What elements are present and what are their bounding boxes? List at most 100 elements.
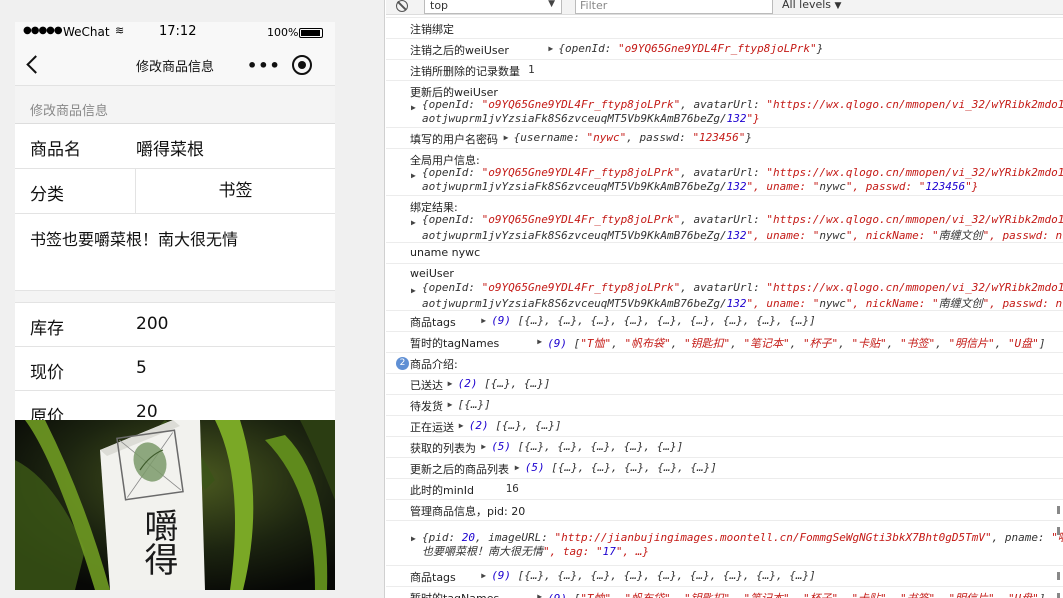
expand-triangle-icon[interactable]: ▶	[411, 534, 416, 543]
battery-percent: 100%	[267, 26, 299, 39]
log-object-preview[interactable]: (2) [{…}, {…}]	[458, 377, 551, 390]
log-object-preview[interactable]: (9) ["T恤", "帆布袋", "钥匙扣", "笔记本", "杯子", "卡…	[547, 590, 1045, 598]
form-divider	[15, 291, 335, 303]
expand-triangle-icon[interactable]: ▶	[537, 337, 542, 346]
expand-triangle-icon[interactable]: ▶	[411, 103, 416, 112]
log-object-preview[interactable]: (2) [{…}, {…}]	[469, 419, 562, 432]
price-label: 现价	[30, 363, 64, 383]
expand-triangle-icon[interactable]: ▶	[504, 133, 509, 142]
console-line: ▶ {pid: 20, imageURL: "http://jianbujingi…	[386, 520, 1063, 565]
product-image[interactable]: 嚼得	[15, 420, 335, 590]
expand-triangle-icon[interactable]: ▶	[459, 421, 464, 430]
log-message: 商品介绍:	[410, 358, 458, 371]
bookmark-calligraphy: 嚼得	[138, 508, 178, 576]
source-link-marker[interactable]	[1057, 572, 1060, 580]
log-object-preview[interactable]: (5) [{…}, {…}, {…}, {…}, {…}]	[525, 461, 717, 474]
log-object-preview[interactable]: [{…}]	[458, 398, 491, 411]
console-line: 商品tags ▶ (9) [{…}, {…}, {…}, {…}, {…}, {…}…	[386, 565, 1063, 586]
log-message: 注销之后的weiUser	[410, 44, 509, 57]
log-object-preview[interactable]: (9) [{…}, {…}, {…}, {…}, {…}, {…}, {…}, …	[491, 569, 816, 582]
log-object-preview-cont: aotjwuprm1jvYzsiaFk8S6zvceuqMT5Vb9KkAmB7…	[422, 297, 1063, 310]
log-object-preview-cont: aotjwuprm1jvYzsiaFk8S6zvceuqMT5Vb9KkAmB7…	[422, 229, 1063, 242]
log-object-preview-cont: aotjwuprm1jvYzsiaFk8S6zvceuqMT5Vb9KkAmB7…	[422, 112, 760, 125]
signal-icon: ●●●●●	[23, 25, 63, 36]
log-object-preview-cont: 也要嚼菜根！南大很无情", tag: "17", …}	[422, 545, 649, 558]
console-line: 绑定结果: ▶ {openId: "o9YQ65Gne9YDL4Fr_ftyp8jo…	[386, 195, 1063, 242]
expand-triangle-icon[interactable]: ▶	[481, 442, 486, 451]
close-capsule-icon[interactable]	[292, 55, 312, 75]
log-message: 暂时的tagNames	[410, 337, 500, 350]
log-object-preview[interactable]: (9) ["T恤", "帆布袋", "钥匙扣", "笔记本", "杯子", "卡…	[547, 335, 1045, 351]
clear-console-icon[interactable]	[396, 0, 408, 12]
console-line: 注销之后的weiUser ▶ {openId: "o9YQ65Gne9YDL4Fr_…	[386, 38, 1063, 59]
log-number: 1	[528, 63, 535, 76]
devtools-console: top ▼ Filter All levels ▼ 注销绑定 注销之后的weiUse…	[386, 0, 1063, 598]
edit-form: 商品名 嚼得菜根 分类 书签 书签也要嚼菜根！南大很无情 库存 200 现价 5…	[15, 123, 335, 435]
log-number: 16	[505, 482, 519, 495]
expand-triangle-icon[interactable]: ▶	[548, 44, 553, 53]
console-line: 正在运送 ▶ (2) [{…}, {…}]	[386, 415, 1063, 436]
log-message: 待发货	[410, 400, 443, 413]
console-line: 暂时的tagNames ▶ (9) ["T恤", "帆布袋", "钥匙扣", "笔记…	[386, 586, 1063, 598]
log-message: 填写的用户名密码	[410, 133, 498, 146]
context-select[interactable]: top ▼	[424, 0, 562, 14]
log-message: 正在运送	[410, 421, 454, 434]
expand-triangle-icon[interactable]: ▶	[411, 218, 416, 227]
original-price-input[interactable]: 20	[136, 402, 158, 422]
log-message: 商品tags	[410, 571, 456, 584]
log-object-preview[interactable]: {openId: "o9YQ65Gne9YDL4Fr_ftyp8joLPrk",…	[422, 281, 1063, 294]
log-object-preview[interactable]: {openId: "o9YQ65Gne9YDL4Fr_ftyp8joLPrk"}	[558, 42, 823, 55]
console-line: 更新之后的商品列表 ▶ (5) [{…}, {…}, {…}, {…}, {…}]	[386, 457, 1063, 478]
description-row: 书签也要嚼菜根！南大很无情	[15, 214, 335, 291]
expand-triangle-icon[interactable]: ▶	[481, 316, 486, 325]
source-link-marker[interactable]	[1057, 506, 1060, 514]
more-menu-button[interactable]: •••	[247, 56, 281, 75]
category-picker[interactable]: 书签	[135, 169, 335, 213]
section-label: 修改商品信息	[30, 104, 109, 119]
console-line: uname nywc	[386, 242, 1063, 263]
status-bar: ●●●●● WeChat ≋ 17:12 100%	[15, 22, 335, 42]
expand-triangle-icon[interactable]: ▶	[481, 571, 486, 580]
log-object-preview[interactable]: {openId: "o9YQ65Gne9YDL4Fr_ftyp8joLPrk",…	[422, 166, 1063, 179]
log-message: 注销所删除的记录数量	[410, 65, 520, 78]
expand-triangle-icon[interactable]: ▶	[411, 286, 416, 295]
status-time: 17:12	[159, 24, 197, 39]
expand-triangle-icon[interactable]: ▶	[448, 379, 453, 388]
log-object-preview[interactable]: {username: "nywc", passwd: "123456"}	[514, 131, 752, 144]
expand-triangle-icon[interactable]: ▶	[515, 463, 520, 472]
log-levels-dropdown[interactable]: All levels ▼	[782, 0, 841, 11]
battery-icon	[299, 28, 323, 38]
console-toolbar: top ▼ Filter All levels ▼	[386, 0, 1063, 15]
chevron-down-icon: ▼	[834, 1, 842, 11]
phone-screen: ●●●●● WeChat ≋ 17:12 100% 修改商品信息 ••• 修改商…	[15, 22, 335, 590]
name-label: 商品名	[30, 140, 81, 160]
console-line: 注销所删除的记录数量 1	[386, 59, 1063, 80]
console-line: 此时的minId 16	[386, 478, 1063, 499]
log-object-preview[interactable]: (9) [{…}, {…}, {…}, {…}, {…}, {…}, {…}, …	[491, 314, 816, 327]
price-input[interactable]: 5	[136, 358, 147, 378]
console-line: 获取的列表为 ▶ (5) [{…}, {…}, {…}, {…}, {…}]	[386, 436, 1063, 457]
repeat-count-badge: 2	[396, 357, 409, 370]
log-object-preview[interactable]: {openId: "o9YQ65Gne9YDL4Fr_ftyp8joLPrk",…	[422, 213, 1063, 226]
expand-triangle-icon[interactable]: ▶	[537, 592, 542, 598]
log-object-preview[interactable]: {openId: "o9YQ65Gne9YDL4Fr_ftyp8joLPrk",…	[422, 98, 1063, 111]
console-line: 暂时的tagNames ▶ (9) ["T恤", "帆布袋", "钥匙扣", "笔记…	[386, 331, 1063, 352]
expand-triangle-icon[interactable]: ▶	[448, 400, 453, 409]
expand-triangle-icon[interactable]: ▶	[411, 171, 416, 180]
name-input[interactable]: 嚼得菜根	[136, 135, 204, 160]
page-title: 修改商品信息	[135, 60, 214, 75]
log-object-preview-cont: aotjwuprm1jvYzsiaFk8S6zvceuqMT5Vb9KkAmB7…	[422, 180, 979, 193]
log-object-preview[interactable]: (5) [{…}, {…}, {…}, {…}, {…}]	[491, 440, 683, 453]
price-row: 现价 5	[15, 347, 335, 391]
source-link-marker[interactable]	[1057, 527, 1060, 535]
description-textarea[interactable]: 书签也要嚼菜根！南大很无情	[30, 226, 238, 250]
source-link-marker[interactable]	[1057, 593, 1060, 598]
console-line: weiUser ▶ {openId: "o9YQ65Gne9YDL4Fr_ftyp8…	[386, 263, 1063, 310]
stock-input[interactable]: 200	[136, 314, 168, 334]
name-row: 商品名 嚼得菜根	[15, 124, 335, 169]
chevron-down-icon: ▼	[548, 0, 555, 9]
log-message: 商品tags	[410, 316, 456, 329]
carrier-label: WeChat	[63, 25, 110, 39]
filter-input[interactable]: Filter	[575, 0, 773, 14]
category-label: 分类	[30, 185, 64, 205]
